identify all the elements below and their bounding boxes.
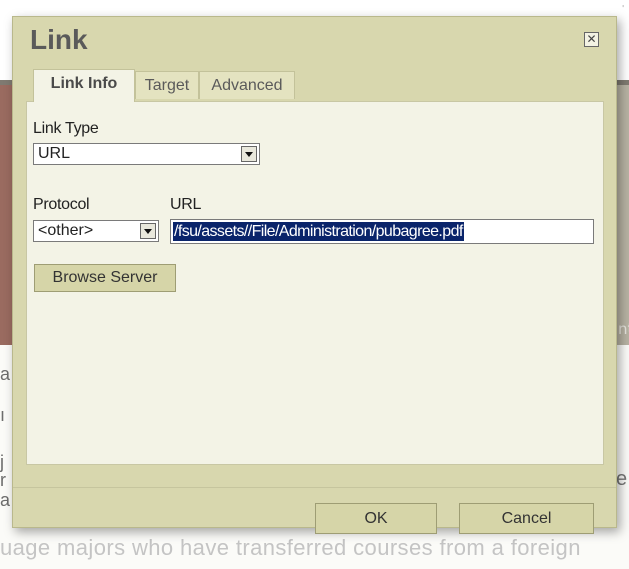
background-text-fragment: e xyxy=(616,468,628,490)
chevron-down-icon[interactable] xyxy=(241,146,257,162)
dialog-footer-divider xyxy=(13,487,616,488)
close-icon[interactable]: ✕ xyxy=(584,32,599,47)
cancel-button[interactable]: Cancel xyxy=(459,503,594,534)
background-mark: ' xyxy=(622,4,625,13)
background-banner-text: nt xyxy=(618,320,629,338)
link-type-value: URL xyxy=(38,145,71,162)
url-label: URL xyxy=(170,196,202,213)
background-banner-right-edge xyxy=(615,85,629,345)
dialog-title: Link xyxy=(30,24,88,55)
url-input[interactable]: /fsu/assets//File/Administration/pubagre… xyxy=(170,219,594,244)
protocol-select[interactable]: <other> xyxy=(33,220,159,242)
link-type-select[interactable]: URL xyxy=(33,143,260,165)
background-banner-left-edge xyxy=(0,85,12,345)
background-text-fragment: ı xyxy=(0,405,6,425)
ok-button[interactable]: OK xyxy=(315,503,437,534)
tab-advanced[interactable]: Advanced xyxy=(199,71,295,99)
browse-server-button[interactable]: Browse Server xyxy=(34,264,176,292)
background-text-fragment: r xyxy=(0,470,6,490)
tab-target[interactable]: Target xyxy=(135,71,199,99)
protocol-label: Protocol xyxy=(33,196,90,213)
tab-link-info[interactable]: Link Info xyxy=(33,69,135,102)
background-text-fragment: a xyxy=(0,490,10,510)
background-text-fragment: a xyxy=(0,364,10,384)
url-value-selected: /fsu/assets//File/Administration/pubagre… xyxy=(173,222,464,241)
link-dialog: Link ✕ Link Info Target Advanced Link Ty… xyxy=(12,16,617,534)
link-type-label: Link Type xyxy=(33,120,99,137)
protocol-value: <other> xyxy=(38,222,94,239)
background-paragraph: uage majors who have transferred courses… xyxy=(0,535,581,560)
chevron-down-icon[interactable] xyxy=(140,223,156,239)
